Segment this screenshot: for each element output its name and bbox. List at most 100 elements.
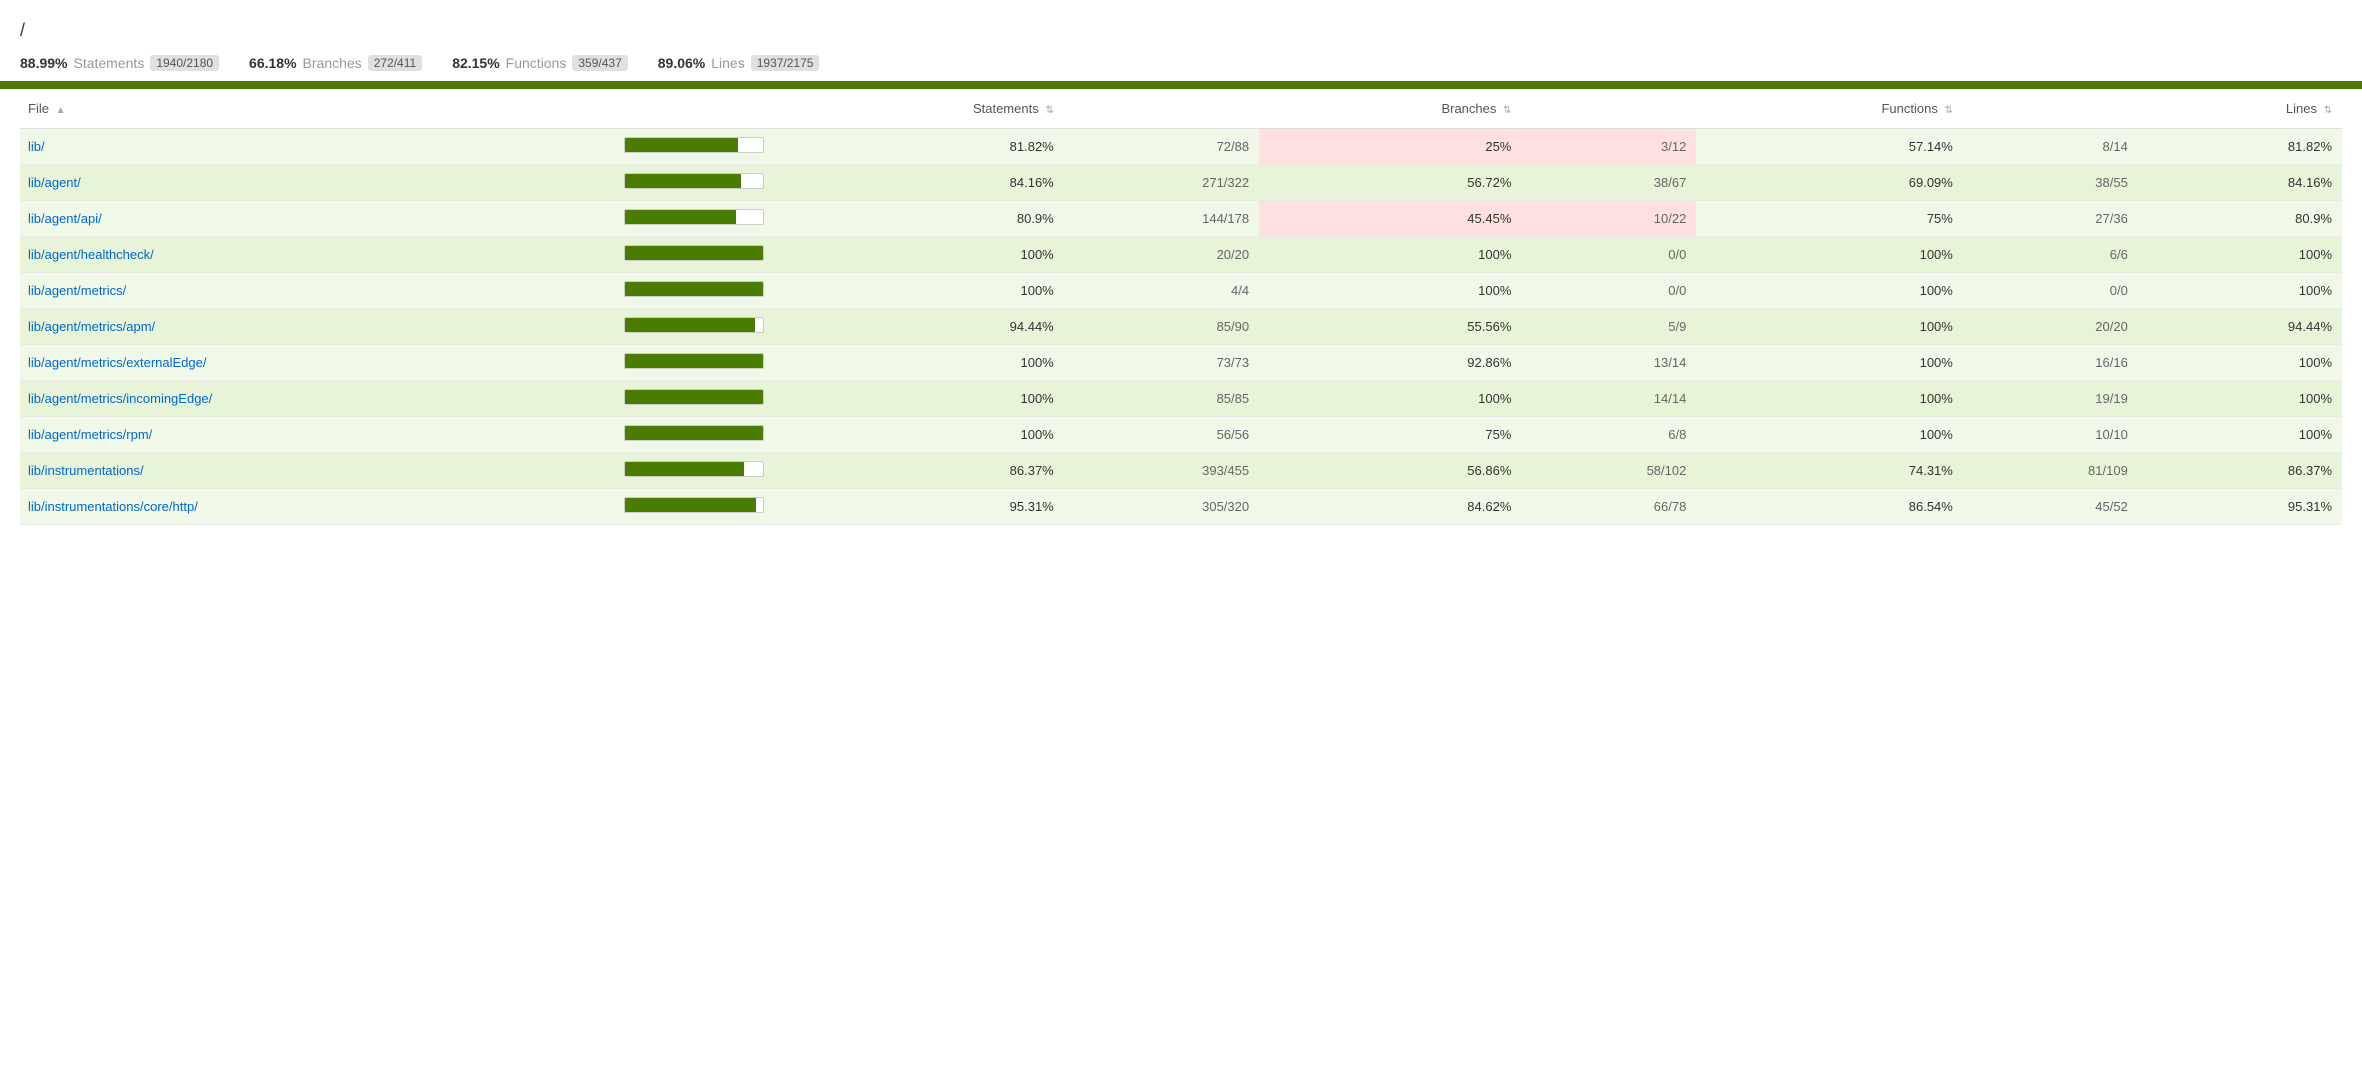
file-link[interactable]: lib/agent/api/ [28,211,102,226]
branch-pct: 55.56% [1259,309,1521,345]
progress-cell [610,165,770,201]
lines-pct: 89.06% [658,55,705,71]
progress-bar-fill [625,498,757,512]
file-link[interactable]: lib/agent/metrics/apm/ [28,319,155,334]
functions-pct: 82.15% [452,55,499,71]
progress-cell [610,129,770,165]
stmt-pct: 84.16% [770,165,1064,201]
func-pct: 100% [1696,417,1963,453]
col-lines[interactable]: Lines ⇅ [2138,89,2342,129]
progress-cell [610,309,770,345]
coverage-table: File ▲ Statements ⇅ Branches ⇅ [20,89,2342,525]
file-link[interactable]: lib/instrumentations/core/http/ [28,499,198,514]
branch-ratio: 14/14 [1521,381,1696,417]
stmt-ratio: 393/455 [1064,453,1259,489]
progress-cell [610,381,770,417]
func-ratio: 19/19 [1963,381,2138,417]
file-cell: lib/instrumentations/ [20,453,610,489]
stmt-ratio: 20/20 [1064,237,1259,273]
col-statements[interactable]: Statements ⇅ [770,89,1064,129]
file-link[interactable]: lib/agent/metrics/ [28,283,126,298]
branches-label: Branches [303,55,362,71]
func-ratio: 38/55 [1963,165,2138,201]
branch-pct: 100% [1259,237,1521,273]
functions-label: Functions [506,55,567,71]
statements-badge: 1940/2180 [150,55,219,71]
stmt-ratio: 85/90 [1064,309,1259,345]
table-row: lib/agent/metrics/externalEdge/100%73/73… [20,345,2342,381]
line-pct: 84.16% [2138,165,2342,201]
stmt-pct: 100% [770,417,1064,453]
func-pct: 75% [1696,201,1963,237]
file-cell: lib/agent/metrics/externalEdge/ [20,345,610,381]
branches-stat: 66.18% Branches 272/411 [249,55,422,71]
col-progress-bar [610,89,770,129]
line-pct: 94.44% [2138,309,2342,345]
stats-bar: 88.99% Statements 1940/2180 66.18% Branc… [20,47,2342,81]
stmt-pct: 95.31% [770,489,1064,525]
line-pct: 100% [2138,273,2342,309]
statements-label: Statements [73,55,144,71]
func-ratio: 27/36 [1963,201,2138,237]
stmt-ratio: 144/178 [1064,201,1259,237]
col-branches-ratio [1521,89,1696,129]
branches-pct: 66.18% [249,55,296,71]
col-branches[interactable]: Branches ⇅ [1259,89,1521,129]
file-link[interactable]: lib/agent/ [28,175,81,190]
progress-cell [610,237,770,273]
file-link[interactable]: lib/agent/metrics/externalEdge/ [28,355,206,370]
func-ratio: 0/0 [1963,273,2138,309]
lines-label: Lines [711,55,744,71]
func-pct: 100% [1696,237,1963,273]
coverage-table-section: File ▲ Statements ⇅ Branches ⇅ [20,89,2342,525]
progress-cell [610,417,770,453]
file-cell: lib/agent/metrics/incomingEdge/ [20,381,610,417]
line-pct: 100% [2138,345,2342,381]
func-ratio: 16/16 [1963,345,2138,381]
col-functions[interactable]: Functions ⇅ [1696,89,1963,129]
col-functions-ratio [1963,89,2138,129]
file-cell: lib/ [20,129,610,165]
branch-pct: 92.86% [1259,345,1521,381]
progress-bar-fill [625,246,763,260]
func-pct: 100% [1696,345,1963,381]
file-cell: lib/instrumentations/core/http/ [20,489,610,525]
file-link[interactable]: lib/ [28,139,45,154]
progress-bar-fill [625,210,737,224]
lines-sort-icon: ⇅ [2324,105,2332,116]
file-link[interactable]: lib/instrumentations/ [28,463,144,478]
stmt-pct: 94.44% [770,309,1064,345]
table-header-row: File ▲ Statements ⇅ Branches ⇅ [20,89,2342,129]
branch-ratio: 3/12 [1521,129,1696,165]
stmt-pct: 100% [770,273,1064,309]
file-link[interactable]: lib/agent/healthcheck/ [28,247,154,262]
file-link[interactable]: lib/agent/metrics/rpm/ [28,427,152,442]
col-statements-ratio [1064,89,1259,129]
branch-ratio: 13/14 [1521,345,1696,381]
line-pct: 81.82% [2138,129,2342,165]
stmt-pct: 81.82% [770,129,1064,165]
branch-pct: 100% [1259,381,1521,417]
branches-badge: 272/411 [368,55,423,71]
progress-cell [610,273,770,309]
stmt-ratio: 305/320 [1064,489,1259,525]
func-ratio: 45/52 [1963,489,2138,525]
line-pct: 95.31% [2138,489,2342,525]
functions-sort-icon: ⇅ [1944,105,1952,116]
progress-cell [610,453,770,489]
func-pct: 57.14% [1696,129,1963,165]
table-row: lib/agent/metrics/100%4/4100%0/0100%0/01… [20,273,2342,309]
col-file[interactable]: File ▲ [20,89,610,129]
line-pct: 100% [2138,417,2342,453]
stmt-pct: 100% [770,345,1064,381]
file-link[interactable]: lib/agent/metrics/incomingEdge/ [28,391,212,406]
statements-stat: 88.99% Statements 1940/2180 [20,55,219,71]
stmt-ratio: 85/85 [1064,381,1259,417]
progress-cell [610,201,770,237]
progress-cell [610,489,770,525]
line-pct: 100% [2138,237,2342,273]
branch-ratio: 6/8 [1521,417,1696,453]
statements-pct: 88.99% [20,55,67,71]
progress-bar-fill [625,318,755,332]
branch-ratio: 0/0 [1521,273,1696,309]
